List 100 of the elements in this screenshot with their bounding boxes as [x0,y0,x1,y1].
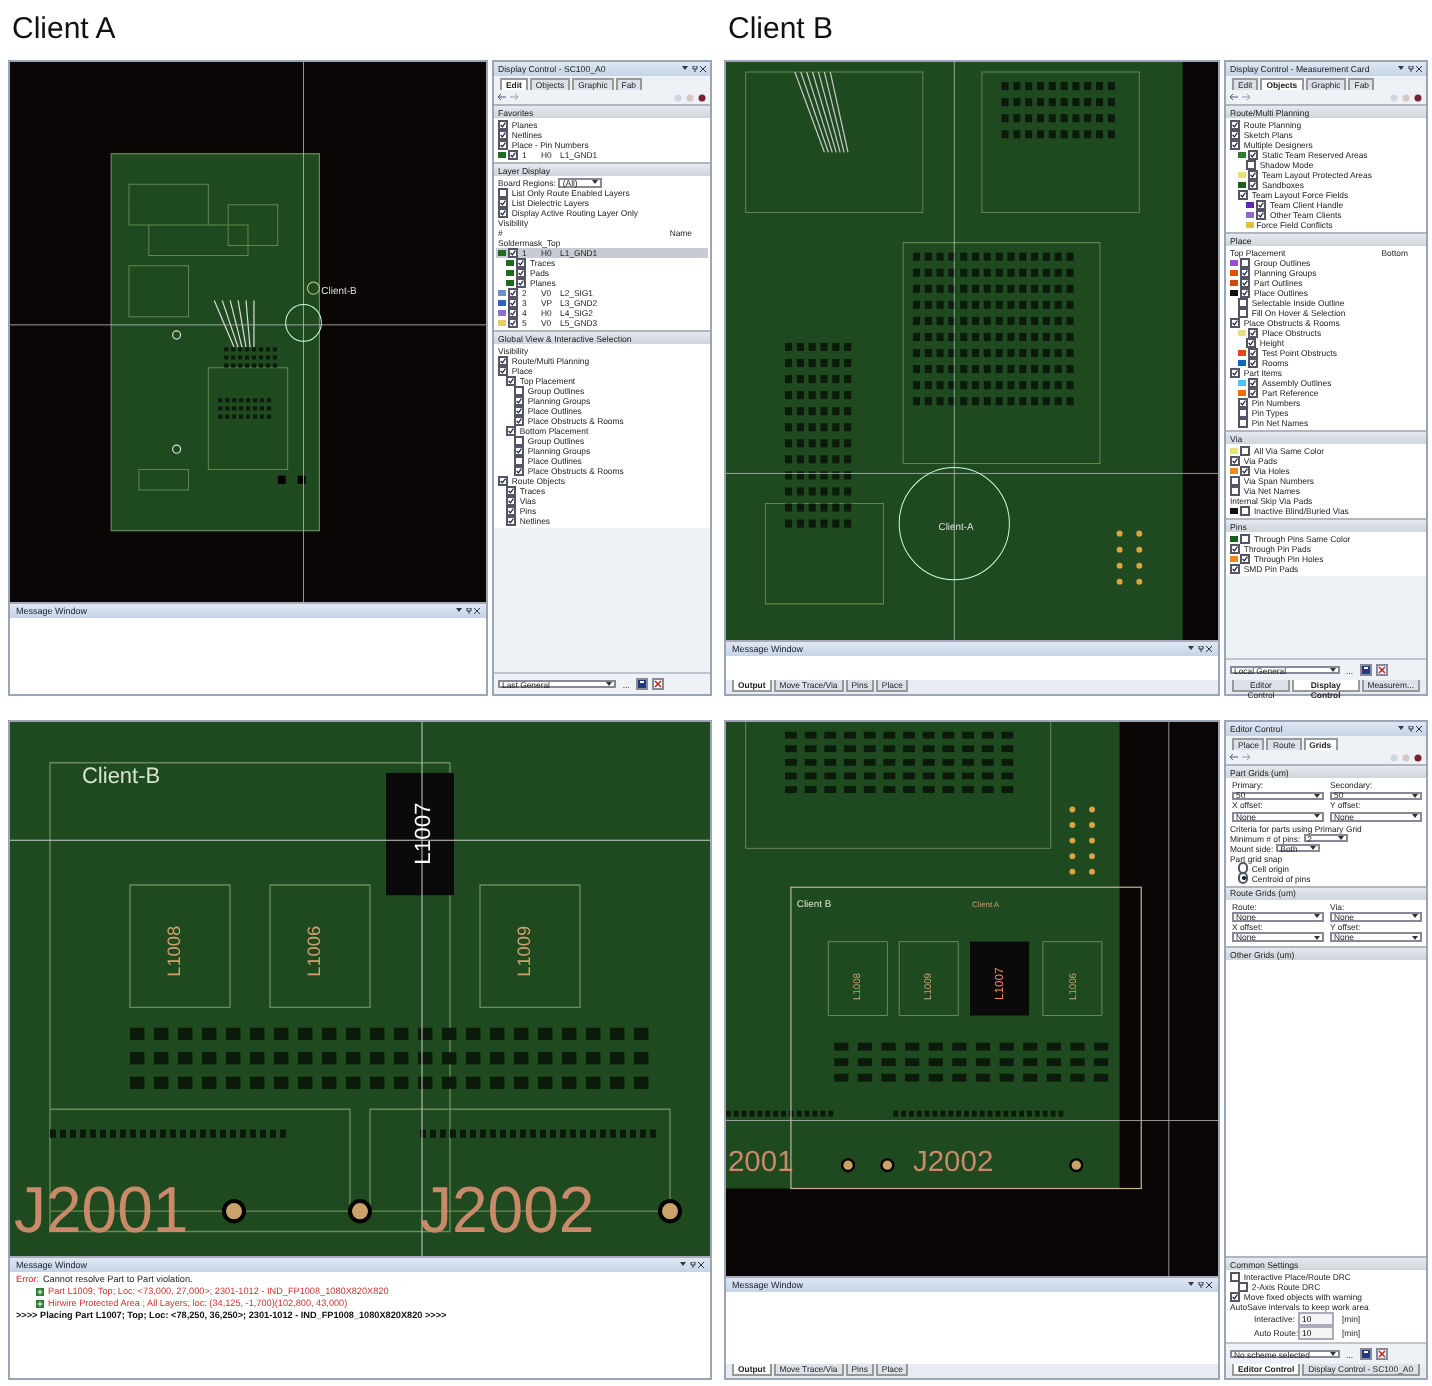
checkbox[interactable] [1240,445,1251,457]
radio-button[interactable] [1238,872,1249,884]
checkbox[interactable] [1238,189,1249,201]
checkbox[interactable] [506,515,517,527]
checkbox[interactable] [516,277,527,289]
checkbox[interactable] [1240,505,1251,517]
close-icon[interactable] [1375,1348,1387,1360]
pin-icon[interactable] [1407,726,1413,732]
close-icon[interactable] [700,66,706,72]
checkbox[interactable] [1230,1291,1241,1303]
settings-icon[interactable] [1414,753,1422,761]
pin-icon[interactable] [465,608,471,614]
pin-icon[interactable] [1407,66,1413,72]
color-swatch[interactable] [506,259,514,267]
checkbox[interactable] [508,149,519,161]
color-swatch[interactable] [1230,289,1238,297]
pin-icon[interactable] [689,1262,695,1268]
checkbox[interactable] [1238,307,1249,319]
checkbox[interactable] [1238,1281,1249,1293]
close-icon[interactable] [1375,664,1387,676]
dropdown-arrow-icon[interactable] [1398,726,1404,730]
dropdown-arrow-icon[interactable] [680,1262,686,1266]
pin-icon[interactable] [691,66,697,72]
color-swatch[interactable] [1230,535,1238,543]
color-swatch[interactable] [1238,329,1246,337]
checkbox[interactable] [498,207,509,219]
color-swatch[interactable] [1238,359,1246,367]
color-swatch[interactable] [1238,171,1246,179]
color-swatch[interactable] [1230,259,1238,267]
color-swatch[interactable] [1246,211,1254,219]
dropdown-arrow-icon[interactable] [456,608,462,612]
checkbox[interactable] [1230,485,1241,497]
save-icon[interactable] [635,678,648,690]
checkbox[interactable] [1230,367,1241,379]
save-icon[interactable] [1359,1348,1371,1360]
close-icon[interactable] [1416,726,1422,732]
checkbox[interactable] [1240,553,1251,565]
save-icon[interactable] [1359,664,1371,676]
close-icon[interactable] [1206,1282,1212,1288]
checkbox[interactable] [1240,533,1251,545]
checkbox[interactable] [1230,455,1241,467]
dropdown-arrow-icon[interactable] [682,66,688,70]
back-arrow-icon[interactable] [1230,754,1238,760]
checkbox[interactable] [508,317,519,329]
color-swatch[interactable] [1230,507,1238,515]
expand-icon[interactable] [36,1299,44,1307]
back-arrow-icon[interactable] [1230,94,1238,100]
color-swatch[interactable] [1246,221,1254,229]
color-swatch[interactable] [498,289,506,297]
close-icon[interactable] [474,608,480,614]
checkbox[interactable] [1238,417,1249,429]
checkbox[interactable] [1230,563,1241,575]
checkbox[interactable] [1230,543,1241,555]
color-swatch[interactable] [498,249,506,257]
dropdown-arrow-icon[interactable] [1398,66,1404,70]
expand-icon[interactable] [36,1287,44,1295]
pin-icon[interactable] [1197,1282,1203,1288]
close-icon[interactable] [651,678,664,690]
checkbox[interactable] [1230,317,1241,329]
color-swatch[interactable] [1238,389,1246,397]
color-swatch[interactable] [1230,555,1238,563]
checkbox[interactable] [1240,465,1251,477]
color-swatch[interactable] [498,299,506,307]
color-swatch[interactable] [1238,349,1246,357]
checkbox[interactable] [506,375,517,387]
checkbox[interactable] [1256,209,1267,221]
checkbox[interactable] [498,139,509,151]
checkbox[interactable] [1248,357,1259,369]
checkbox[interactable] [498,365,509,377]
dropdown-arrow-icon[interactable] [1188,1282,1194,1286]
pcb-canvas[interactable]: Client-B L1008 L1006 L1007 L1009 J2001 J2002 [10,722,710,1256]
color-swatch[interactable] [1230,279,1238,287]
color-swatch[interactable] [1230,447,1238,455]
checkbox[interactable] [1230,139,1241,151]
back-arrow-icon[interactable] [498,94,506,100]
color-swatch[interactable] [498,309,506,317]
color-swatch[interactable] [1238,379,1246,387]
color-swatch[interactable] [1238,181,1246,189]
checkbox[interactable] [498,475,509,487]
checkbox[interactable] [1230,1271,1241,1283]
color-swatch[interactable] [1230,467,1238,475]
checkbox[interactable] [506,425,517,437]
color-swatch[interactable] [1246,201,1254,209]
color-swatch[interactable] [498,151,506,159]
checkbox[interactable] [1248,387,1259,399]
checkbox[interactable] [1248,179,1259,191]
settings-icon[interactable] [1414,93,1422,101]
color-swatch[interactable] [498,319,506,327]
checkbox[interactable] [508,247,519,259]
checkbox[interactable] [514,465,525,477]
close-icon[interactable] [698,1262,704,1268]
checkbox[interactable] [514,415,525,427]
dropdown-arrow-icon[interactable] [1188,646,1194,650]
close-icon[interactable] [1206,646,1212,652]
color-swatch[interactable] [1230,269,1238,277]
pin-icon[interactable] [1197,646,1203,652]
color-swatch[interactable] [506,269,514,277]
settings-icon[interactable] [698,93,706,101]
color-swatch[interactable] [506,279,514,287]
close-icon[interactable] [1416,66,1422,72]
